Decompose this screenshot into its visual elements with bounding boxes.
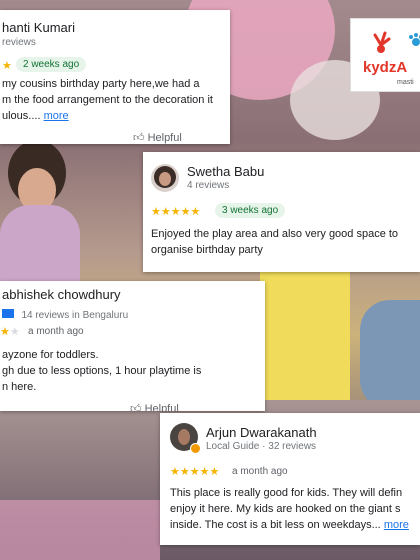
pink-foreground bbox=[0, 500, 160, 560]
helpful-button[interactable]: 👍︎ Helpful bbox=[133, 131, 182, 144]
review-card-2: Swetha Babu 4 reviews ★★★★★ 3 weeks ago … bbox=[143, 152, 420, 272]
star-rating: ★★ bbox=[0, 326, 20, 338]
more-link[interactable]: more bbox=[44, 110, 69, 122]
review-date: 3 weeks ago bbox=[215, 203, 286, 218]
review-date: 2 weeks ago bbox=[16, 57, 87, 72]
review-card-1: hanti Kumari reviews ★ 2 weeks ago my co… bbox=[0, 10, 230, 144]
thumbs-up-icon: 👍︎ bbox=[133, 132, 145, 144]
reviewer-meta-row: 14 reviews in Bengaluru bbox=[2, 305, 128, 323]
yellow-decor bbox=[260, 270, 350, 410]
star-rating: ★★★★★ bbox=[151, 206, 201, 218]
review-line-3: n here. bbox=[2, 381, 37, 393]
review-line-1: Enjoyed the play area and also very good… bbox=[151, 228, 399, 240]
photo-icon bbox=[2, 309, 14, 319]
review-card-3: abhishek chowdhury 14 reviews in Bengalu… bbox=[0, 281, 265, 411]
logo-tagline: masti bbox=[397, 79, 414, 86]
helpful-label: Helpful bbox=[147, 132, 182, 144]
review-line-2: m the food arrangement to the decoration… bbox=[2, 94, 213, 106]
review-date: a month ago bbox=[28, 326, 84, 337]
review-line-3: ulous.... more bbox=[2, 108, 69, 124]
reviewer-name: Swetha Babu bbox=[187, 164, 265, 179]
review-line-2: gh due to less options, 1 hour playtime … bbox=[2, 365, 202, 377]
review-line-1: ayzone for toddlers. bbox=[2, 349, 99, 361]
reviewer-meta: reviews bbox=[2, 37, 36, 48]
reviewer-meta: 14 reviews in Bengaluru bbox=[21, 310, 129, 321]
costume-figure bbox=[360, 300, 420, 410]
avatar-face bbox=[159, 172, 171, 186]
child-dress bbox=[0, 205, 80, 285]
star-rating: ★★★★★ bbox=[170, 466, 220, 478]
star-rating: ★ bbox=[2, 60, 12, 72]
review-line-1: This place is really good for kids. They… bbox=[170, 487, 403, 499]
review-line-3-text: ulous.... bbox=[2, 110, 41, 122]
logo-text: kydzA bbox=[363, 59, 408, 76]
brand-logo: kydzA masti bbox=[350, 18, 420, 92]
more-link[interactable]: more bbox=[384, 519, 409, 531]
reviewer-name: hanti Kumari bbox=[2, 20, 75, 35]
reviewer-meta: Local Guide · 32 reviews bbox=[206, 441, 317, 452]
local-guide-badge-icon bbox=[190, 443, 201, 454]
logo-mark-icon bbox=[371, 31, 393, 57]
thumbs-up-icon: 👍︎ bbox=[130, 403, 142, 411]
logo-paw-icon bbox=[409, 33, 420, 47]
helpful-label: Helpful bbox=[144, 403, 179, 411]
review-line-2: enjoy it here. My kids are hooked on the… bbox=[170, 503, 401, 515]
review-line-2: organise birthday party bbox=[151, 244, 263, 256]
review-card-4: Arjun Dwarakanath Local Guide · 32 revie… bbox=[160, 413, 420, 545]
reviewer-meta: 4 reviews bbox=[187, 180, 230, 191]
reviewer-name: abhishek chowdhury bbox=[2, 287, 121, 302]
helpful-button[interactable]: 👍︎ Helpful bbox=[130, 402, 179, 411]
review-line-3: inside. The cost is a bit less on weekda… bbox=[170, 517, 409, 533]
review-date: a month ago bbox=[232, 466, 288, 477]
review-line-3-text: inside. The cost is a bit less on weekda… bbox=[170, 519, 381, 531]
reviewer-avatar bbox=[151, 164, 179, 192]
review-line-1: my cousins birthday party here,we had a bbox=[2, 78, 200, 90]
avatar-face bbox=[178, 429, 190, 445]
reviewer-name: Arjun Dwarakanath bbox=[206, 425, 317, 440]
